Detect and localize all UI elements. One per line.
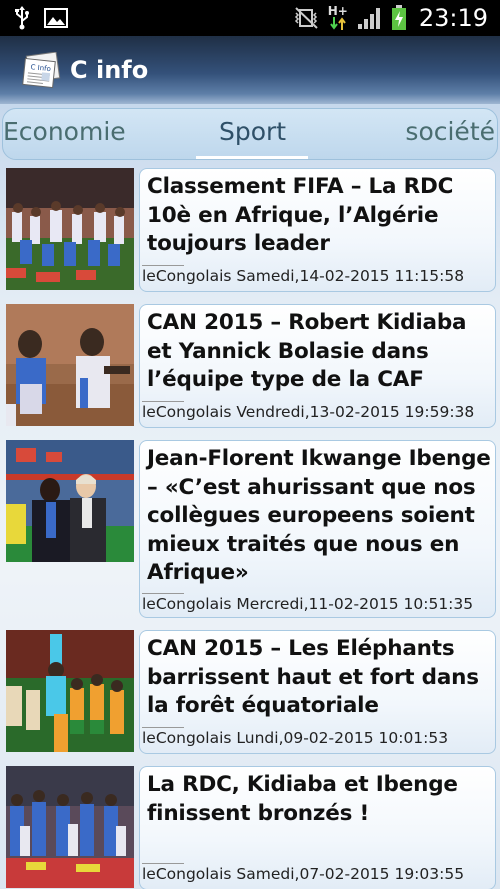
gallery-icon <box>44 8 68 28</box>
signal-icon <box>357 6 383 30</box>
news-card[interactable]: CAN 2015 – Les Eléphants barrissent haut… <box>139 630 496 754</box>
category-tabs: Economie Sport société <box>2 108 498 160</box>
usb-icon <box>14 6 30 30</box>
news-item[interactable]: CAN 2015 – Les Eléphants barrissent haut… <box>6 630 496 754</box>
battery-charging-icon <box>391 5 407 31</box>
news-thumbnail[interactable] <box>6 440 134 562</box>
news-card[interactable]: CAN 2015 – Robert Kidiaba et Yannick Bol… <box>139 304 496 428</box>
news-thumbnail[interactable] <box>6 766 134 888</box>
status-time: 23:19 <box>418 4 488 32</box>
news-thumbnail[interactable] <box>6 168 134 290</box>
news-item[interactable]: Classement FIFA – La RDC 10è en Afrique,… <box>6 168 496 292</box>
tab-societe[interactable]: société <box>405 117 495 146</box>
tab-sport[interactable]: Sport <box>219 117 286 146</box>
newspaper-icon[interactable]: C Info <box>20 51 61 89</box>
news-card[interactable]: Jean-Florent Ikwange Ibenge – «C’est ahu… <box>139 440 496 618</box>
news-item[interactable]: CAN 2015 – Robert Kidiaba et Yannick Bol… <box>6 304 496 428</box>
news-meta: leCongolais Samedi,07-02-2015 19:03:55 <box>142 865 465 883</box>
meta-divider <box>142 593 184 594</box>
meta-divider <box>142 863 184 864</box>
news-headline: Classement FIFA – La RDC 10è en Afrique,… <box>147 174 454 256</box>
news-meta: leCongolais Vendredi,13-02-2015 19:59:38 <box>142 403 475 421</box>
network-type-icon: H+ <box>327 3 349 33</box>
app-title: C info <box>70 56 149 84</box>
news-headline: CAN 2015 – Robert Kidiaba et Yannick Bol… <box>147 310 467 392</box>
news-meta: leCongolais Mercredi,11-02-2015 10:51:35 <box>142 595 474 613</box>
meta-divider <box>142 265 184 266</box>
news-headline: CAN 2015 – Les Eléphants barrissent haut… <box>147 636 479 718</box>
news-card[interactable]: Classement FIFA – La RDC 10è en Afrique,… <box>139 168 496 292</box>
news-headline: La RDC, Kidiaba et Ibenge finissent bron… <box>147 772 458 826</box>
news-card[interactable]: La RDC, Kidiaba et Ibenge finissent bron… <box>139 766 496 889</box>
news-meta: leCongolais Samedi,14-02-2015 11:15:58 <box>142 267 465 285</box>
news-item[interactable]: La RDC, Kidiaba et Ibenge finissent bron… <box>6 766 496 889</box>
news-thumbnail[interactable] <box>6 304 134 426</box>
news-thumbnail[interactable] <box>6 630 134 752</box>
vibrate-icon <box>293 7 319 29</box>
status-bar: H+ 23:19 <box>0 0 500 36</box>
tab-economie[interactable]: Economie <box>3 117 126 146</box>
news-headline: Jean-Florent Ikwange Ibenge – «C’est ahu… <box>147 446 491 585</box>
selected-tab-indicator <box>196 156 308 159</box>
network-type-label: H+ <box>327 4 348 18</box>
news-item[interactable]: Jean-Florent Ikwange Ibenge – «C’est ahu… <box>6 440 496 618</box>
meta-divider <box>142 727 184 728</box>
meta-divider <box>142 401 184 402</box>
news-meta: leCongolais Lundi,09-02-2015 10:01:53 <box>142 729 449 747</box>
action-bar: C Info C info <box>0 36 500 104</box>
content-area: Economie Sport société Classement FIFA –… <box>0 104 500 889</box>
